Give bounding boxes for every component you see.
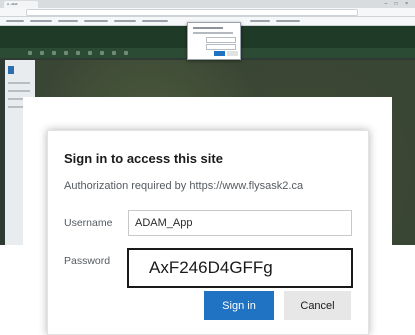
- tab-title: A - ADA: [7, 2, 18, 6]
- browser-tab[interactable]: A - ADA: [4, 1, 38, 8]
- address-bar: [0, 8, 415, 17]
- nav-icon[interactable]: [124, 51, 128, 55]
- nav-icon[interactable]: [52, 51, 56, 55]
- bookmark-item[interactable]: [6, 20, 24, 22]
- bookmark-item[interactable]: [276, 20, 300, 22]
- background-signin-dialog: [187, 22, 241, 60]
- bookmark-item[interactable]: [250, 20, 270, 22]
- mini-password-field[interactable]: [206, 44, 236, 50]
- bookmark-item[interactable]: [114, 20, 136, 22]
- window-controls[interactable]: – □ ×: [385, 1, 412, 7]
- mini-signin-button[interactable]: [214, 51, 225, 56]
- dialog-subtitle: Authorization required by https://www.fl…: [64, 180, 304, 192]
- mini-dialog-title: [193, 27, 223, 29]
- nav-icon[interactable]: [28, 51, 32, 55]
- nav-icon[interactable]: [88, 51, 92, 55]
- bookmark-item[interactable]: [30, 20, 52, 22]
- zoom-panel: Sign in to access this site Authorizatio…: [23, 97, 392, 335]
- cancel-button[interactable]: Cancel: [284, 291, 351, 320]
- site-logo: [8, 66, 14, 74]
- signin-dialog: Sign in to access this site Authorizatio…: [47, 130, 369, 335]
- bookmark-item[interactable]: [84, 20, 108, 22]
- mini-username-field[interactable]: [206, 37, 236, 43]
- nav-icon[interactable]: [100, 51, 104, 55]
- nav-icon[interactable]: [64, 51, 68, 55]
- nav-icon[interactable]: [112, 51, 116, 55]
- username-field[interactable]: ADAM_App: [128, 210, 352, 236]
- dialog-title: Sign in to access this site: [64, 151, 223, 166]
- bookmark-item[interactable]: [142, 20, 168, 22]
- nav-icon[interactable]: [40, 51, 44, 55]
- sidebar-item[interactable]: [8, 90, 30, 92]
- password-field[interactable]: AxF246D4GFFg: [127, 248, 353, 288]
- password-label: Password: [64, 255, 111, 267]
- sidebar-item[interactable]: [8, 82, 30, 84]
- signin-button[interactable]: Sign in: [204, 291, 274, 320]
- username-label: Username: [64, 217, 113, 229]
- nav-icon[interactable]: [76, 51, 80, 55]
- url-field[interactable]: [26, 9, 358, 16]
- bookmark-item[interactable]: [58, 20, 78, 22]
- mini-dialog-subtitle: [193, 32, 233, 34]
- mini-cancel-button[interactable]: [227, 51, 238, 56]
- tab-bar: A - ADA – □ ×: [0, 0, 415, 8]
